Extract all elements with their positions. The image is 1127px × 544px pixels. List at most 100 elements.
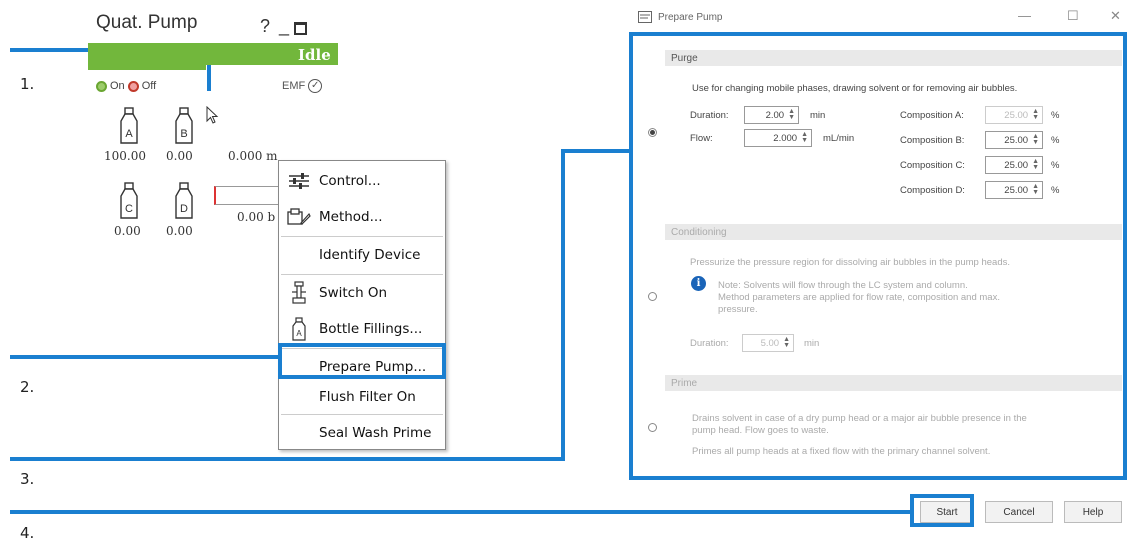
prime-line3: Primes all pump heads at a fixed flow wi… <box>692 446 991 457</box>
prime-header-label: Prime <box>671 377 698 389</box>
callout-line-4 <box>10 510 912 514</box>
method-icon <box>279 208 319 226</box>
off-label: Off <box>141 80 157 92</box>
emf-status[interactable]: EMF ✓ <box>282 79 323 93</box>
info-icon: i <box>691 276 706 291</box>
spinner-arrows-icon[interactable]: ▲ ▼ <box>788 108 795 121</box>
menu-item-method-label: Method... <box>319 209 383 225</box>
maximize-icon[interactable] <box>294 22 307 35</box>
prime-line1: Drains solvent in case of a dry pump hea… <box>692 413 1027 424</box>
cancel-button[interactable]: Cancel <box>985 501 1053 523</box>
mouse-cursor-icon <box>206 106 219 124</box>
composition-b-value: 25.00 <box>1004 134 1029 146</box>
callout-line-3-top <box>561 149 633 153</box>
menu-item-control[interactable]: Control... <box>279 163 444 199</box>
prime-line2: pump head. Flow goes to waste. <box>692 425 829 436</box>
bottle-b-letter: B <box>180 128 187 140</box>
help-button[interactable]: Help <box>1064 501 1122 523</box>
pressure-bar <box>214 186 280 205</box>
spinner-arrows-icon[interactable]: ▲ ▼ <box>1032 158 1039 171</box>
bottle-d[interactable]: D <box>173 182 195 225</box>
on-off-toggle[interactable]: On Off <box>96 80 156 92</box>
menu-item-identify-label: Identify Device <box>319 247 421 263</box>
spinner-arrows-icon[interactable]: ▲ ▼ <box>1032 108 1039 121</box>
help-minimize-icons[interactable]: ? _ <box>260 16 291 37</box>
purge-radio[interactable] <box>648 128 657 137</box>
emf-label: EMF <box>282 80 306 92</box>
bottle-d-letter: D <box>180 203 188 215</box>
menu-item-bottle-fillings[interactable]: A Bottle Fillings... <box>279 311 444 347</box>
spinner-arrows-icon[interactable]: ▲ ▼ <box>801 131 808 144</box>
prime-radio[interactable] <box>648 423 657 432</box>
menu-item-bottle-fillings-label: Bottle Fillings... <box>319 321 423 337</box>
conditioning-radio[interactable] <box>648 292 657 301</box>
composition-b-label: Composition B: <box>900 135 965 146</box>
bottle-c[interactable]: C <box>118 182 140 225</box>
conditioning-header-label: Conditioning <box>671 226 727 238</box>
conditioning-note-line3: pressure. <box>718 304 758 315</box>
step-number-1: 1. <box>20 75 35 93</box>
off-dot-icon <box>127 80 139 92</box>
composition-c-input[interactable]: 25.00 ▲ ▼ <box>985 156 1043 174</box>
step-number-2: 2. <box>20 378 35 396</box>
bottle-c-letter: C <box>125 203 133 215</box>
on-label: On <box>110 80 125 92</box>
status-idle: Idle <box>298 46 331 64</box>
composition-d-input[interactable]: 25.00 ▲ ▼ <box>985 181 1043 199</box>
bottle-a-icon: A <box>120 107 138 144</box>
svg-text:A: A <box>296 329 302 338</box>
bottle-a-value: 100.00 <box>104 149 146 163</box>
menu-item-flush-filter[interactable]: Flush Filter On <box>279 379 444 415</box>
status-bar-lower <box>88 65 206 70</box>
purge-duration-label: Duration: <box>690 110 729 121</box>
menu-item-seal-wash-label: Seal Wash Prime <box>319 425 432 441</box>
bottle-a-letter: A <box>125 128 133 140</box>
bottle-b[interactable]: B <box>173 107 195 150</box>
menu-item-identify-device[interactable]: Identify Device <box>279 237 444 273</box>
spinner-arrows-icon[interactable]: ▲ ▼ <box>783 336 790 349</box>
composition-a-input[interactable]: 25.00 ▲ ▼ <box>985 106 1043 124</box>
purge-duration-value: 2.00 <box>765 109 785 121</box>
menu-item-switch-on-label: Switch On <box>319 285 388 301</box>
conditioning-header: Conditioning <box>665 224 1122 240</box>
on-dot-icon <box>96 80 107 92</box>
bottle-c-icon: C <box>120 182 138 219</box>
context-menu: Control... Method... Identify Device Swi… <box>278 160 446 450</box>
callout-line-3 <box>10 457 565 461</box>
purge-description: Use for changing mobile phases, drawing … <box>692 83 1018 94</box>
dialog-titlebar: Prepare Pump <box>638 11 722 23</box>
callout-line-2 <box>10 355 281 359</box>
composition-b-unit: % <box>1051 135 1060 146</box>
menu-item-seal-wash-prime[interactable]: Seal Wash Prime <box>279 415 444 451</box>
composition-a-unit: % <box>1051 110 1060 121</box>
maximize-button[interactable]: ☐ <box>1067 8 1079 24</box>
conditioning-duration-value: 5.00 <box>760 337 780 349</box>
conditioning-note-line2: Method parameters are applied for flow r… <box>718 292 1000 303</box>
prime-header: Prime <box>665 375 1122 391</box>
composition-c-unit: % <box>1051 160 1060 171</box>
composition-b-input[interactable]: 25.00 ▲ ▼ <box>985 131 1043 149</box>
callout-line-3-rise <box>561 149 565 461</box>
dialog-title: Prepare Pump <box>658 11 723 23</box>
minimize-button[interactable]: — <box>1018 8 1031 23</box>
purge-flow-input[interactable]: 2.000 ▲ ▼ <box>744 129 812 147</box>
composition-c-value: 25.00 <box>1004 159 1029 171</box>
menu-item-switch-on[interactable]: Switch On <box>279 275 444 311</box>
purge-duration-input[interactable]: 2.00 ▲ ▼ <box>744 106 799 124</box>
conditioning-duration-input[interactable]: 5.00 ▲ ▼ <box>742 334 794 352</box>
purge-flow-label: Flow: <box>690 133 713 144</box>
conditioning-description: Pressurize the pressure region for disso… <box>690 257 1011 268</box>
composition-a-value: 25.00 <box>1004 109 1029 121</box>
composition-a-label: Composition A: <box>900 110 964 121</box>
bottle-a[interactable]: A <box>118 107 140 150</box>
spinner-arrows-icon[interactable]: ▲ ▼ <box>1032 133 1039 146</box>
bottle-b-value: 0.00 <box>166 149 193 163</box>
close-button[interactable]: ✕ <box>1110 8 1121 24</box>
bottle-b-icon: B <box>175 107 193 144</box>
prepare-pump-highlight <box>278 343 446 379</box>
bottle-icon: A <box>279 317 319 341</box>
conditioning-note-line1: Note: Solvents will flow through the LC … <box>718 280 968 291</box>
bottle-d-icon: D <box>175 182 193 219</box>
menu-item-method[interactable]: Method... <box>279 199 444 235</box>
spinner-arrows-icon[interactable]: ▲ ▼ <box>1032 183 1039 196</box>
